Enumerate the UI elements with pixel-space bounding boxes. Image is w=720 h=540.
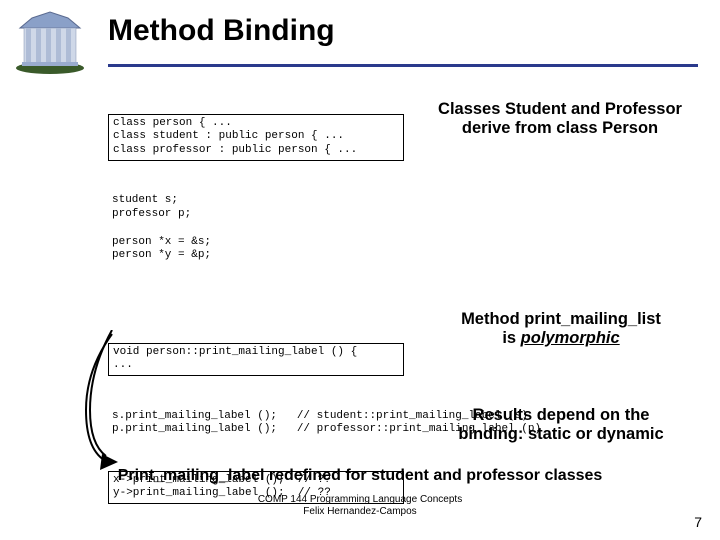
slide: Method Binding class person { ... class … [0,0,720,540]
slide-title: Method Binding [108,14,335,48]
page-number: 7 [694,514,702,530]
note-binding: Results depend on the binding: static or… [416,406,706,444]
note-text: is [502,329,520,347]
footer: COMP 144 Programming Language Concepts F… [0,494,720,518]
title-underline [108,64,698,67]
note-text: derive from class Person [462,119,658,137]
code-block-classes: class person { ... class student : publi… [108,114,404,161]
note-text: Method print_mailing_list [461,310,661,328]
code-block-method: void person::print_mailing_label () { ..… [108,343,404,377]
note-polymorphic: Method print_mailing_list is polymorphic [416,310,706,348]
note-text-underline: polymorphic [521,329,620,347]
note-text: binding: static or dynamic [458,425,663,443]
note-text: Results depend on the [473,406,650,424]
code-block-decls: student s; professor p; person *x = &s; … [108,192,404,265]
curved-arrow-icon [82,330,122,470]
footer-line: Felix Hernandez-Campos [303,506,416,517]
note-derive: Classes Student and Professor derive fro… [410,100,710,138]
note-redefined: Print_mailing_label redefined for studen… [0,467,720,485]
unc-well-logo [8,4,92,78]
code-block-calls-direct: s.print_mailing_label (); // student::pr… [108,408,404,440]
footer-line: COMP 144 Programming Language Concepts [258,494,462,505]
note-text: Classes Student and Professor [438,100,682,118]
